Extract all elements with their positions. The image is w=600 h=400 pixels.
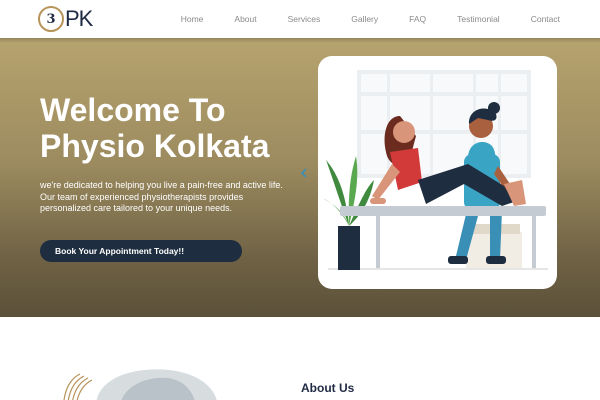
nav-services[interactable]: Services: [288, 14, 321, 24]
nav-faq[interactable]: FAQ: [409, 14, 426, 24]
about-image: [60, 366, 220, 400]
hero-description: we're dedicated to helping you live a pa…: [40, 180, 283, 213]
nav-gallery[interactable]: Gallery: [351, 14, 378, 24]
nav-about[interactable]: About: [234, 14, 256, 24]
site-header: 3 PK Home About Services Gallery FAQ Tes…: [0, 0, 600, 38]
nav-home[interactable]: Home: [181, 14, 204, 24]
logo-emblem-icon: 3: [38, 6, 64, 32]
chevron-left-icon[interactable]: [300, 168, 308, 178]
hero-title-line-1: Welcome To: [40, 92, 226, 128]
logo[interactable]: 3 PK: [38, 5, 98, 33]
about-title: About Us: [301, 381, 355, 395]
physiotherapy-illustration: [322, 70, 548, 270]
main-nav: Home About Services Gallery FAQ Testimon…: [181, 0, 560, 38]
hero-title: Welcome To Physio Kolkata: [40, 92, 300, 164]
header-shadow: [0, 38, 600, 43]
hero-title-line-2: Physio Kolkata: [40, 128, 270, 164]
book-appointment-button[interactable]: Book Your Appointment Today!!: [40, 240, 242, 262]
logo-text: PK: [65, 6, 93, 31]
nav-testimonial[interactable]: Testimonial: [457, 14, 500, 24]
nav-contact[interactable]: Contact: [531, 14, 560, 24]
hero-image-card: [318, 56, 557, 289]
